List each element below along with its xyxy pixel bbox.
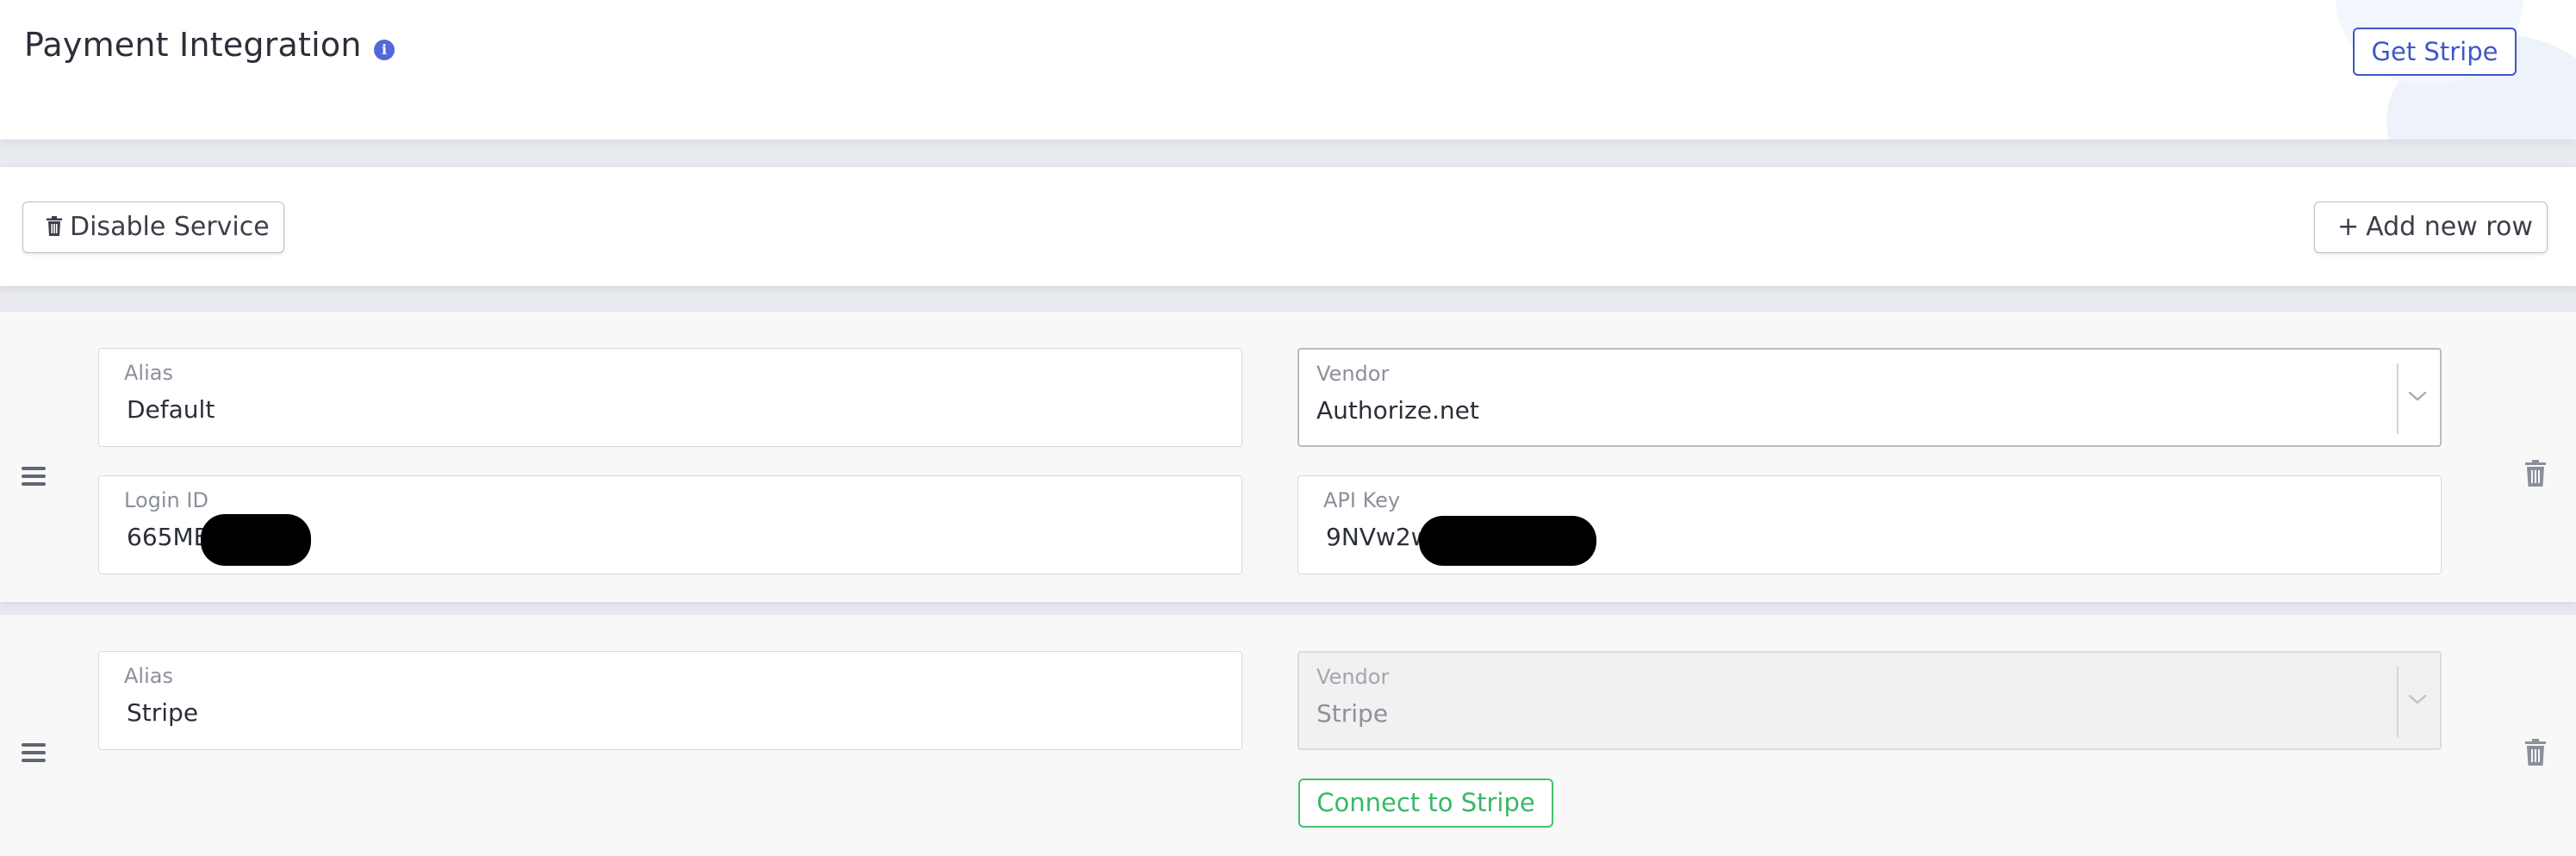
login-id-field[interactable]: Login ID 665MB — [98, 475, 1242, 574]
vendor-label: Vendor — [1316, 362, 1390, 386]
drag-handle-icon[interactable] — [22, 743, 46, 762]
page-title: Payment Integration — [24, 26, 362, 64]
connect-to-stripe-button[interactable]: Connect to Stripe — [1298, 778, 1553, 828]
login-id-value: 665MB — [127, 523, 210, 551]
vendor-label: Vendor — [1316, 665, 1390, 689]
delete-row-trash-icon[interactable] — [2523, 739, 2548, 766]
chevron-down-icon — [2408, 694, 2427, 704]
redaction-mask — [1419, 516, 1596, 566]
info-icon[interactable]: i — [374, 40, 395, 60]
service-toolbar: Disable Service + Add new row — [0, 167, 2576, 286]
alias-value: Default — [127, 395, 215, 424]
alias-field[interactable]: Alias Default — [98, 348, 1242, 447]
login-id-label: Login ID — [124, 488, 208, 512]
delete-row-trash-icon[interactable] — [2523, 460, 2548, 487]
redaction-mask — [201, 514, 311, 566]
vendor-select: Vendor Stripe — [1297, 651, 2442, 750]
trash-icon — [46, 203, 63, 251]
select-divider — [2397, 667, 2399, 737]
alias-label: Alias — [124, 664, 173, 688]
integration-row: Alias Default Vendor Authorize.net Login… — [0, 312, 2576, 602]
get-stripe-button[interactable]: Get Stripe — [2353, 28, 2517, 76]
add-new-row-button[interactable]: + Add new row — [2314, 202, 2548, 253]
select-divider — [2397, 363, 2399, 434]
disable-service-button[interactable]: Disable Service — [22, 202, 284, 253]
disable-service-label: Disable Service — [70, 212, 270, 242]
alias-value: Stripe — [127, 698, 199, 727]
chevron-down-icon[interactable] — [2407, 386, 2428, 406]
api-key-label: API Key — [1323, 488, 1401, 512]
api-key-value: 9NVw2w — [1326, 523, 1431, 551]
vendor-value: Stripe — [1316, 699, 1389, 728]
drag-handle-icon[interactable] — [22, 467, 46, 486]
vendor-select[interactable]: Vendor Authorize.net — [1297, 348, 2442, 447]
api-key-field[interactable]: API Key 9NVw2w — [1297, 475, 2442, 574]
alias-label: Alias — [124, 361, 173, 385]
vendor-value: Authorize.net — [1316, 396, 1479, 425]
add-new-row-label: Add new row — [2366, 212, 2533, 242]
alias-field[interactable]: Alias Stripe — [98, 651, 1242, 750]
plus-icon: + — [2337, 212, 2360, 242]
integration-row: Alias Stripe Vendor Stripe — [0, 615, 2576, 856]
page-header: Payment Integration i Get Stripe — [0, 0, 2576, 140]
